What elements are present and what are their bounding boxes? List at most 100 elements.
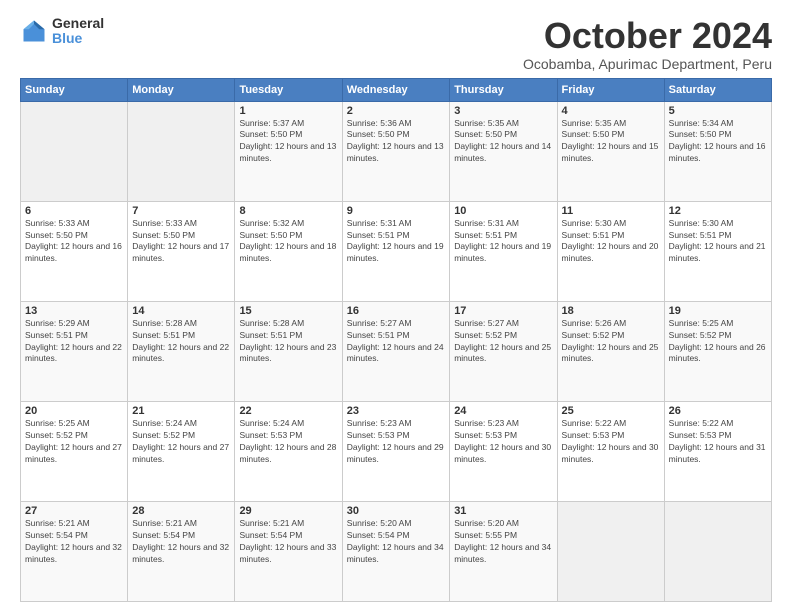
day-number: 17 — [454, 305, 552, 317]
day-info: Sunrise: 5:31 AM Sunset: 5:51 PM Dayligh… — [347, 218, 445, 266]
day-number: 21 — [132, 405, 230, 417]
calendar-cell: 3Sunrise: 5:35 AM Sunset: 5:50 PM Daylig… — [450, 101, 557, 201]
day-info: Sunrise: 5:21 AM Sunset: 5:54 PM Dayligh… — [239, 518, 337, 566]
calendar-cell: 27Sunrise: 5:21 AM Sunset: 5:54 PM Dayli… — [21, 501, 128, 601]
calendar-cell: 16Sunrise: 5:27 AM Sunset: 5:51 PM Dayli… — [342, 301, 449, 401]
calendar-cell: 9Sunrise: 5:31 AM Sunset: 5:51 PM Daylig… — [342, 201, 449, 301]
logo-text: General Blue — [52, 16, 104, 47]
day-info: Sunrise: 5:27 AM Sunset: 5:52 PM Dayligh… — [454, 318, 552, 366]
day-info: Sunrise: 5:34 AM Sunset: 5:50 PM Dayligh… — [669, 118, 767, 166]
calendar-header: SundayMondayTuesdayWednesdayThursdayFrid… — [21, 78, 772, 101]
calendar-cell: 2Sunrise: 5:36 AM Sunset: 5:50 PM Daylig… — [342, 101, 449, 201]
calendar-cell — [21, 101, 128, 201]
day-info: Sunrise: 5:29 AM Sunset: 5:51 PM Dayligh… — [25, 318, 123, 366]
calendar-cell: 20Sunrise: 5:25 AM Sunset: 5:52 PM Dayli… — [21, 401, 128, 501]
calendar-cell: 11Sunrise: 5:30 AM Sunset: 5:51 PM Dayli… — [557, 201, 664, 301]
day-header-tuesday: Tuesday — [235, 78, 342, 101]
day-info: Sunrise: 5:22 AM Sunset: 5:53 PM Dayligh… — [669, 418, 767, 466]
day-number: 28 — [132, 505, 230, 517]
day-header-sunday: Sunday — [21, 78, 128, 101]
calendar-cell: 15Sunrise: 5:28 AM Sunset: 5:51 PM Dayli… — [235, 301, 342, 401]
day-header-row: SundayMondayTuesdayWednesdayThursdayFrid… — [21, 78, 772, 101]
calendar-cell: 5Sunrise: 5:34 AM Sunset: 5:50 PM Daylig… — [664, 101, 771, 201]
calendar-cell: 14Sunrise: 5:28 AM Sunset: 5:51 PM Dayli… — [128, 301, 235, 401]
day-number: 16 — [347, 305, 445, 317]
day-header-monday: Monday — [128, 78, 235, 101]
day-info: Sunrise: 5:37 AM Sunset: 5:50 PM Dayligh… — [239, 118, 337, 166]
day-number: 26 — [669, 405, 767, 417]
month-title: October 2024 — [523, 16, 772, 56]
day-number: 14 — [132, 305, 230, 317]
day-header-thursday: Thursday — [450, 78, 557, 101]
week-row-3: 13Sunrise: 5:29 AM Sunset: 5:51 PM Dayli… — [21, 301, 772, 401]
day-info: Sunrise: 5:30 AM Sunset: 5:51 PM Dayligh… — [562, 218, 660, 266]
day-number: 11 — [562, 205, 660, 217]
calendar-cell: 12Sunrise: 5:30 AM Sunset: 5:51 PM Dayli… — [664, 201, 771, 301]
day-info: Sunrise: 5:35 AM Sunset: 5:50 PM Dayligh… — [454, 118, 552, 166]
day-header-saturday: Saturday — [664, 78, 771, 101]
calendar-table: SundayMondayTuesdayWednesdayThursdayFrid… — [20, 78, 772, 602]
week-row-4: 20Sunrise: 5:25 AM Sunset: 5:52 PM Dayli… — [21, 401, 772, 501]
calendar-cell: 1Sunrise: 5:37 AM Sunset: 5:50 PM Daylig… — [235, 101, 342, 201]
day-info: Sunrise: 5:25 AM Sunset: 5:52 PM Dayligh… — [25, 418, 123, 466]
logo: General Blue — [20, 16, 104, 47]
calendar-cell: 4Sunrise: 5:35 AM Sunset: 5:50 PM Daylig… — [557, 101, 664, 201]
calendar-cell — [664, 501, 771, 601]
day-info: Sunrise: 5:26 AM Sunset: 5:52 PM Dayligh… — [562, 318, 660, 366]
day-info: Sunrise: 5:28 AM Sunset: 5:51 PM Dayligh… — [132, 318, 230, 366]
day-info: Sunrise: 5:24 AM Sunset: 5:53 PM Dayligh… — [239, 418, 337, 466]
day-number: 13 — [25, 305, 123, 317]
calendar-cell: 23Sunrise: 5:23 AM Sunset: 5:53 PM Dayli… — [342, 401, 449, 501]
day-number: 7 — [132, 205, 230, 217]
day-number: 25 — [562, 405, 660, 417]
day-info: Sunrise: 5:23 AM Sunset: 5:53 PM Dayligh… — [347, 418, 445, 466]
day-info: Sunrise: 5:27 AM Sunset: 5:51 PM Dayligh… — [347, 318, 445, 366]
calendar-cell — [128, 101, 235, 201]
week-row-2: 6Sunrise: 5:33 AM Sunset: 5:50 PM Daylig… — [21, 201, 772, 301]
day-header-friday: Friday — [557, 78, 664, 101]
day-info: Sunrise: 5:20 AM Sunset: 5:55 PM Dayligh… — [454, 518, 552, 566]
day-info: Sunrise: 5:25 AM Sunset: 5:52 PM Dayligh… — [669, 318, 767, 366]
day-info: Sunrise: 5:33 AM Sunset: 5:50 PM Dayligh… — [132, 218, 230, 266]
logo-icon — [20, 17, 48, 45]
calendar-cell: 17Sunrise: 5:27 AM Sunset: 5:52 PM Dayli… — [450, 301, 557, 401]
day-info: Sunrise: 5:36 AM Sunset: 5:50 PM Dayligh… — [347, 118, 445, 166]
day-number: 8 — [239, 205, 337, 217]
calendar-cell: 21Sunrise: 5:24 AM Sunset: 5:52 PM Dayli… — [128, 401, 235, 501]
day-number: 19 — [669, 305, 767, 317]
day-info: Sunrise: 5:30 AM Sunset: 5:51 PM Dayligh… — [669, 218, 767, 266]
day-number: 27 — [25, 505, 123, 517]
day-number: 10 — [454, 205, 552, 217]
day-info: Sunrise: 5:22 AM Sunset: 5:53 PM Dayligh… — [562, 418, 660, 466]
calendar-cell: 28Sunrise: 5:21 AM Sunset: 5:54 PM Dayli… — [128, 501, 235, 601]
title-block: October 2024 Ocobamba, Apurimac Departme… — [523, 16, 772, 72]
day-number: 22 — [239, 405, 337, 417]
day-number: 1 — [239, 105, 337, 117]
week-row-1: 1Sunrise: 5:37 AM Sunset: 5:50 PM Daylig… — [21, 101, 772, 201]
day-number: 9 — [347, 205, 445, 217]
day-info: Sunrise: 5:35 AM Sunset: 5:50 PM Dayligh… — [562, 118, 660, 166]
day-number: 2 — [347, 105, 445, 117]
day-info: Sunrise: 5:23 AM Sunset: 5:53 PM Dayligh… — [454, 418, 552, 466]
calendar-cell: 24Sunrise: 5:23 AM Sunset: 5:53 PM Dayli… — [450, 401, 557, 501]
day-number: 29 — [239, 505, 337, 517]
day-info: Sunrise: 5:32 AM Sunset: 5:50 PM Dayligh… — [239, 218, 337, 266]
day-header-wednesday: Wednesday — [342, 78, 449, 101]
calendar-cell: 6Sunrise: 5:33 AM Sunset: 5:50 PM Daylig… — [21, 201, 128, 301]
day-number: 3 — [454, 105, 552, 117]
calendar-cell: 22Sunrise: 5:24 AM Sunset: 5:53 PM Dayli… — [235, 401, 342, 501]
logo-blue-text: Blue — [52, 31, 104, 46]
day-number: 30 — [347, 505, 445, 517]
day-number: 31 — [454, 505, 552, 517]
day-number: 24 — [454, 405, 552, 417]
calendar-cell: 26Sunrise: 5:22 AM Sunset: 5:53 PM Dayli… — [664, 401, 771, 501]
day-number: 20 — [25, 405, 123, 417]
day-number: 5 — [669, 105, 767, 117]
day-info: Sunrise: 5:33 AM Sunset: 5:50 PM Dayligh… — [25, 218, 123, 266]
logo-general-text: General — [52, 16, 104, 31]
day-number: 15 — [239, 305, 337, 317]
calendar-cell: 10Sunrise: 5:31 AM Sunset: 5:51 PM Dayli… — [450, 201, 557, 301]
location-subtitle: Ocobamba, Apurimac Department, Peru — [523, 56, 772, 72]
calendar-cell: 18Sunrise: 5:26 AM Sunset: 5:52 PM Dayli… — [557, 301, 664, 401]
header: General Blue October 2024 Ocobamba, Apur… — [20, 16, 772, 72]
